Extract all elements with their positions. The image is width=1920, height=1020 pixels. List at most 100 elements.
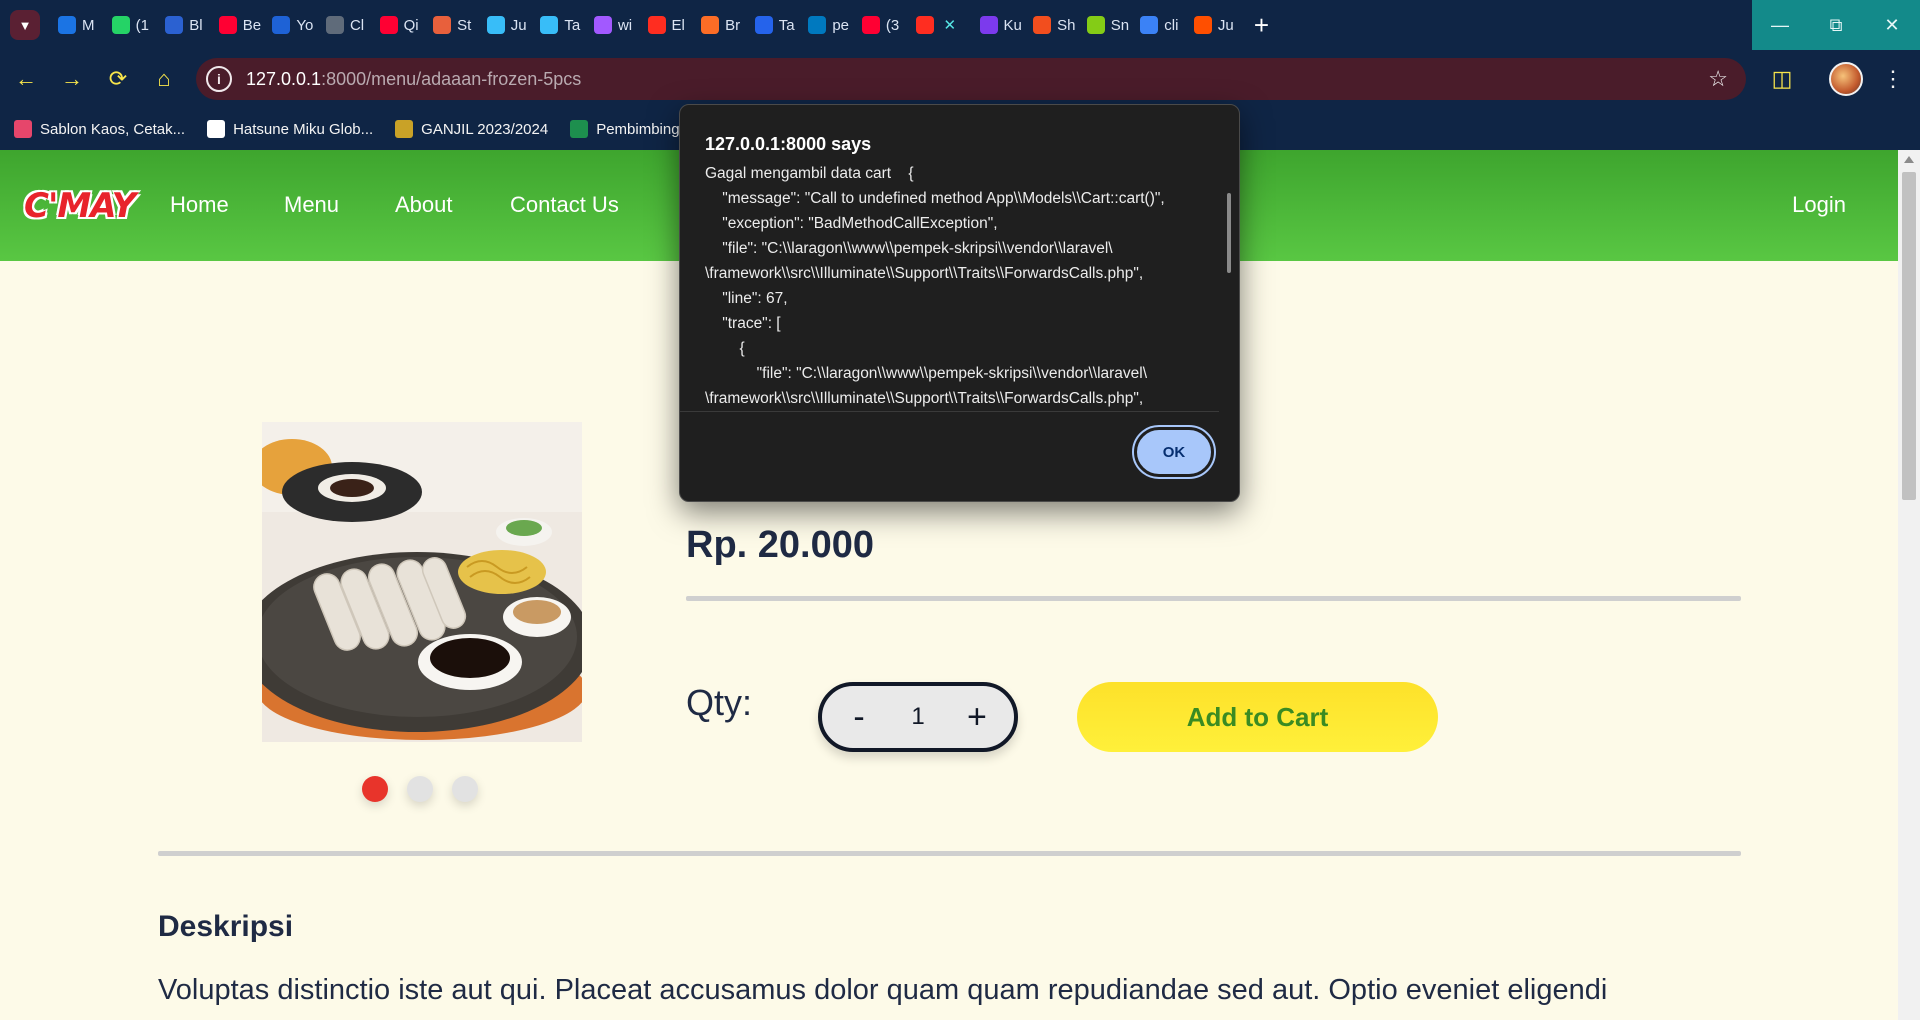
bookmark-item[interactable]: GANJIL 2023/2024 [395,120,548,138]
bookmark-favicon-icon [207,120,226,138]
browser-tab[interactable]: Sn [1081,0,1135,50]
nav-contact-us[interactable]: Contact Us [510,192,619,218]
chevron-down-icon: ▼ [18,17,32,33]
home-button[interactable]: ⌂ [144,59,184,99]
browser-tab[interactable]: pe [802,0,856,50]
browser-tab[interactable]: (1 [106,0,160,50]
bookmark-item[interactable]: Sablon Kaos, Cetak... [14,120,185,138]
browser-tab[interactable]: Bl [159,0,213,50]
avatar [1829,62,1863,96]
browser-tab[interactable]: Sh [1027,0,1081,50]
new-tab-button[interactable]: + [1241,0,1281,50]
tab-title: wi [617,16,633,34]
whatsapp-icon [111,16,130,34]
browser-tab[interactable]: Cl [320,0,374,50]
minimize-button[interactable]: — [1752,0,1808,50]
tab-search-button[interactable]: ▼ [10,10,40,40]
bookmark-favicon-icon [570,120,589,138]
youtube-icon [861,16,880,34]
browser-tab[interactable]: cli [1134,0,1188,50]
tab-title: Be [242,16,262,34]
home-icon: ⌂ [157,66,171,91]
dialog-message[interactable]: Gagal mengambil data cart { "message": "… [680,165,1219,411]
dialog-ok-button[interactable]: OK [1132,425,1216,479]
carousel-dot[interactable] [407,776,433,802]
browser-tab[interactable]: Ta [534,0,588,50]
extensions-button[interactable]: ◫ [1762,60,1802,98]
browser-tab[interactable]: Yo [266,0,320,50]
browser-menu-button[interactable]: ⋮ [1876,60,1910,98]
bookmark-favicon-icon [395,120,414,138]
page-scrollbar[interactable] [1898,150,1920,1020]
qty-increment-button[interactable]: + [962,698,992,737]
bookmark-label: Pembimbing [596,120,680,138]
browser-tab[interactable]: M [52,0,106,50]
browser-tab[interactable]: Ta [749,0,803,50]
blue-ring-icon [165,16,184,34]
dialog-message-line: "trace": [ [705,315,781,332]
browser-tab[interactable]: Qi [374,0,428,50]
back-button[interactable]: ← [6,59,46,99]
bookmark-label: GANJIL 2023/2024 [421,120,549,138]
tab-title: Bl [189,16,203,34]
nav-about[interactable]: About [395,192,453,218]
qty-value[interactable]: 1 [911,703,924,731]
dialog-message-line: "file": "C:\\laragon\\www\\pempek-skrips… [705,240,1113,257]
browser-tab[interactable]: St [427,0,481,50]
restore-button[interactable]: ⧉ [1808,0,1864,50]
product-image [262,422,582,742]
window-controls: — ⧉ ✕ [1752,0,1920,50]
tab-title: Sn [1110,16,1130,34]
dialog-message-line: "message": "Call to undefined method App… [705,190,1165,207]
address-bar[interactable]: i 127.0.0.1:8000/menu/adaaan-frozen-5pcs… [196,58,1746,100]
trello-icon [808,16,827,34]
tab-title: El [671,16,685,34]
nav-menu[interactable]: Menu [284,192,339,218]
bookmark-label: Sablon Kaos, Cetak... [40,120,186,138]
profile-button[interactable] [1826,60,1866,98]
laravel-icon [915,16,934,34]
carousel-dot[interactable] [452,776,478,802]
qty-decrement-button[interactable]: - [844,698,874,737]
browser-tab[interactable]: Ju [481,0,535,50]
site-logo[interactable]: C'MAY [24,186,136,226]
kebab-menu-icon: ⋮ [1882,66,1904,91]
youtube-icon [379,16,398,34]
tab-title: Ju [510,16,527,34]
nav-home[interactable]: Home [170,192,229,218]
dialog-divider [680,411,1219,412]
bookmark-item[interactable]: Hatsune Miku Glob... [207,120,373,138]
add-to-cart-button[interactable]: Add to Cart [1077,682,1438,752]
tab-list: M (1 Bl Be Yo Cl Qi St Ju Ta wi El Br Ta pe (3 ✕ Ku Sh Sn cl… [52,0,1241,50]
snake-icon [1086,16,1105,34]
bookmark-item[interactable]: Pembimbing [570,120,680,138]
address-url[interactable]: 127.0.0.1:8000/menu/adaaan-frozen-5pcs [246,69,581,90]
scroll-up-arrow-icon[interactable] [1904,156,1914,163]
browser-tab[interactable]: wi [588,0,642,50]
scrollbar-thumb[interactable] [1902,172,1916,500]
site-info-icon[interactable]: i [206,66,232,92]
arrow-left-icon: ← [15,66,37,91]
browser-tab[interactable]: ✕ [910,0,974,50]
nav-login[interactable]: Login [1792,192,1846,218]
tab-title: Ta [778,16,795,34]
tab-close-icon[interactable]: ✕ [944,16,957,34]
forward-button[interactable]: → [52,59,92,99]
browser-tab[interactable]: (3 [856,0,910,50]
browser-tab[interactable]: Be [213,0,267,50]
close-window-button[interactable]: ✕ [1864,0,1920,50]
gitlab-icon [701,16,720,34]
dialog-scrollbar-thumb[interactable] [1227,193,1231,273]
tab-title: Ku [1003,16,1022,34]
browser-tab[interactable]: El [642,0,696,50]
browser-tab[interactable]: Ku [974,0,1028,50]
browser-tab[interactable]: Br [695,0,749,50]
bookmark-star-icon[interactable]: ☆ [1708,66,1728,92]
dialog-message-line: \framework\\src\\Illuminate\\Support\\Tr… [705,390,1144,407]
browser-tab[interactable]: Ju [1188,0,1242,50]
reload-button[interactable]: ⟳ [98,59,138,99]
carousel-dot[interactable] [362,776,388,802]
tailwind-icon [486,16,505,34]
globe-blue-icon [272,16,291,34]
figma-icon [1033,16,1052,34]
